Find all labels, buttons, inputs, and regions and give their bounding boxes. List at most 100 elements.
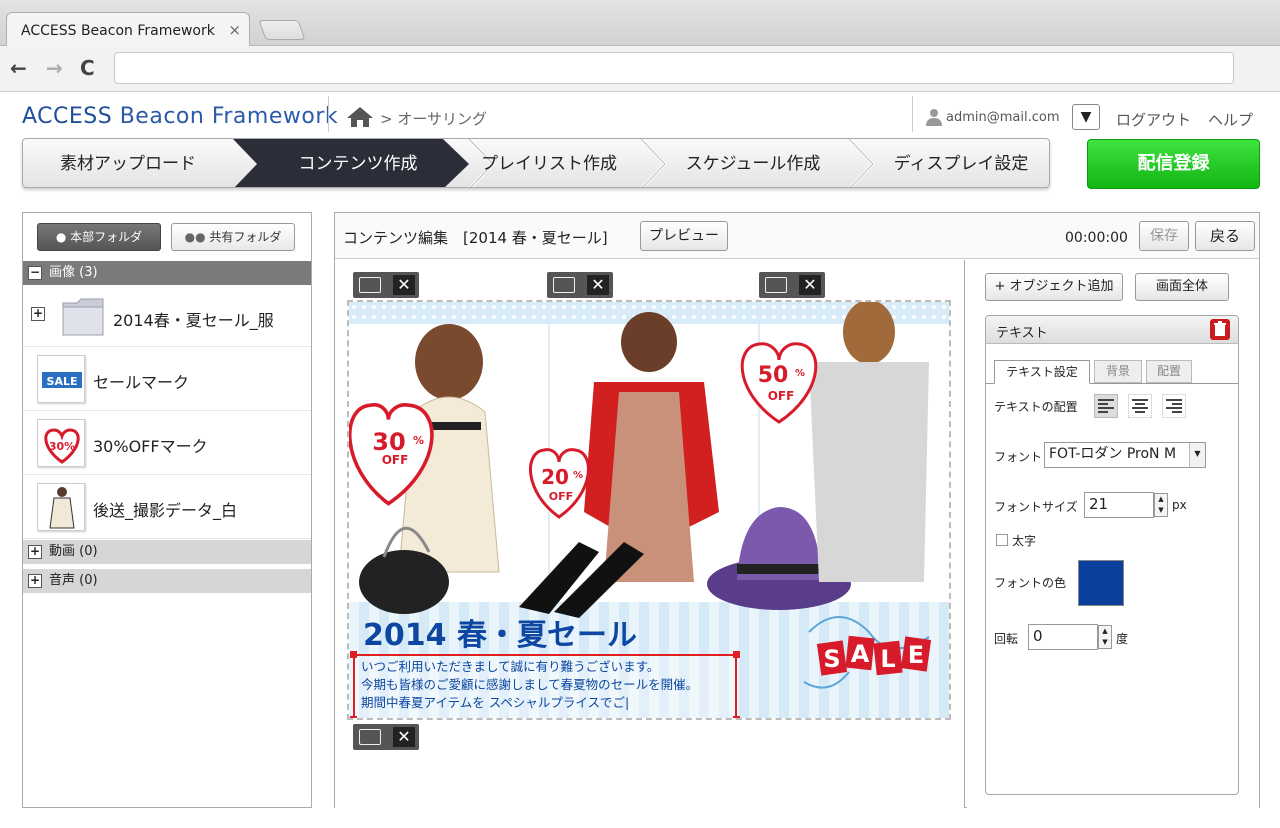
group-icon: ●● [184, 230, 210, 244]
divider [912, 96, 913, 132]
forward-arrow-icon[interactable]: → [46, 56, 63, 80]
expand-icon[interactable]: + [31, 307, 45, 321]
workflow-steps: 素材アップロード コンテンツ作成 プレイリスト作成 スケジュール作成 ディスプレ… [22, 138, 1050, 188]
tab-text-settings[interactable]: テキスト設定 [994, 360, 1090, 384]
font-size-input[interactable]: 21 [1084, 492, 1154, 518]
body-line: いつご利用いただきまして誠に有り難うございます。 [361, 659, 660, 674]
resize-handle[interactable] [350, 716, 357, 718]
align-left-icon[interactable] [1094, 394, 1118, 418]
step-playlist-create[interactable]: プレイリスト作成 [469, 139, 629, 187]
image-icon[interactable] [765, 277, 787, 293]
trash-icon[interactable] [1210, 319, 1230, 340]
discount-heart-20: 20 % OFF [529, 448, 590, 519]
image-icon[interactable] [359, 729, 381, 745]
tab-hq-folder[interactable]: ● 本部フォルダ [37, 223, 161, 251]
sale-banner[interactable]: 30 % OFF 20 % OFF 50 % OFF S A L E 2014 … [347, 300, 951, 720]
align-center-icon[interactable] [1128, 394, 1152, 418]
tab-background[interactable]: 背景 [1094, 360, 1142, 383]
tab-shared-folder[interactable]: ●● 共有フォルダ [171, 223, 295, 251]
body-line: 期間中春夏アイテムを スペシャルプライスでご| [361, 695, 630, 710]
align-right-icon[interactable] [1162, 394, 1186, 418]
user-icon [926, 109, 942, 126]
body-line: 今期も皆様のご愛顧に感謝しまして春夏物のセールを開催。 [361, 677, 699, 692]
remove-object-icon[interactable]: ✕ [393, 727, 415, 747]
tab-placement[interactable]: 配置 [1146, 360, 1192, 383]
expand-icon[interactable]: + [28, 574, 42, 588]
properties-panel: + オブジェクト追加 画面全体 テキスト テキスト設定 背景 配置 テキストの配… [967, 260, 1259, 808]
sale-letter: E [908, 641, 924, 669]
font-color-label: フォントの色 [994, 576, 1067, 590]
new-tab-button[interactable] [258, 20, 306, 40]
section-images[interactable]: − 画像 (3) [23, 261, 311, 285]
list-item[interactable]: 30% 30%OFFマーク [23, 411, 311, 475]
font-size-stepper[interactable]: ▲ ▼ [1154, 493, 1168, 517]
browser-tab[interactable]: ACCESS Beacon Framework × [6, 12, 250, 47]
bold-checkbox[interactable] [996, 534, 1008, 546]
deliver-button[interactable]: 配信登録 [1087, 139, 1260, 189]
section-audio[interactable]: + 音声 (0) [23, 569, 311, 593]
help-link[interactable]: ヘルプ [1208, 109, 1253, 130]
font-color-swatch[interactable] [1078, 560, 1124, 606]
step-material-upload[interactable]: 素材アップロード [23, 139, 233, 187]
folder-item[interactable]: + 2014春・夏セール_服 [23, 285, 311, 347]
30off-heart-thumbnail: 30% [37, 419, 85, 467]
remove-object-icon[interactable]: ✕ [393, 275, 415, 295]
rotate-input[interactable]: 0 [1028, 624, 1098, 650]
rotate-unit: 度 [1116, 632, 1129, 646]
close-tab-icon[interactable]: × [228, 21, 241, 39]
add-object-button[interactable]: + オブジェクト追加 [985, 273, 1123, 301]
badge-unit: % [795, 368, 805, 379]
rotate-stepper[interactable]: ▲ ▼ [1098, 625, 1112, 649]
list-item[interactable]: 後送_撮影データ_白 [23, 475, 311, 539]
badge-off: OFF [549, 490, 573, 503]
asset-panel: ● 本部フォルダ ●● 共有フォルダ − 画像 (3) + 2014春・夏セール… [22, 212, 312, 808]
font-select[interactable]: FOT-ロダン ProN M ▼ [1044, 442, 1206, 468]
back-button[interactable]: 戻る [1195, 221, 1255, 251]
photo-thumbnail [37, 483, 85, 531]
reload-icon[interactable]: C [80, 56, 95, 80]
timecode: 00:00:00 [1065, 230, 1128, 246]
section-label: 画像 (3) [49, 265, 98, 280]
logout-link[interactable]: ログアウト [1116, 109, 1191, 130]
address-bar[interactable] [114, 52, 1234, 84]
editor-canvas[interactable]: ✕ ✕ ✕ ✕ 30 % OFF 20 % OFF 50 % OFF S A L… [335, 260, 965, 808]
step-schedule-create[interactable]: スケジュール作成 [663, 139, 843, 187]
editor-header: コンテンツ編集 [2014 春・夏セール] プレビュー 00:00:00 保存 … [335, 213, 1259, 259]
browser-tab-strip: ACCESS Beacon Framework × [0, 0, 1280, 47]
badge-pct: 20 [541, 465, 569, 489]
image-icon[interactable] [553, 277, 575, 293]
breadcrumb: > オーサリング [380, 110, 488, 128]
save-button[interactable]: 保存 [1139, 221, 1189, 251]
resize-handle[interactable] [733, 716, 740, 718]
selected-text-box[interactable]: いつご利用いただきまして誠に有り難うございます。 今期も皆様のご愛顧に感謝しまし… [350, 651, 740, 718]
browser-toolbar: ← → C [0, 46, 1280, 92]
section-video[interactable]: + 動画 (0) [23, 540, 311, 564]
remove-object-icon[interactable]: ✕ [587, 275, 609, 295]
chevron-down-icon[interactable]: ▼ [1189, 443, 1205, 467]
preview-button[interactable]: プレビュー [640, 221, 728, 251]
item-label: 後送_撮影データ_白 [93, 501, 238, 520]
discount-heart-50: 50 % OFF [740, 342, 818, 424]
app-logo: ACCESS Beacon Framework [22, 104, 338, 129]
divider [328, 96, 329, 132]
full-screen-button[interactable]: 画面全体 [1135, 273, 1229, 301]
expand-icon[interactable]: + [28, 545, 42, 559]
collapse-icon[interactable]: − [28, 266, 42, 280]
object-controls: ✕ [353, 272, 419, 298]
remove-object-icon[interactable]: ✕ [799, 275, 821, 295]
home-icon[interactable] [346, 106, 374, 128]
user-menu-dropdown[interactable]: ▼ [1072, 104, 1100, 130]
list-item[interactable]: SALE セールマーク [23, 347, 311, 411]
back-arrow-icon[interactable]: ← [10, 56, 27, 80]
editor-title: コンテンツ編集 [2014 春・夏セール] [343, 229, 608, 247]
resize-handle[interactable] [733, 651, 740, 658]
step-content-create[interactable]: コンテンツ作成 [253, 139, 463, 187]
bold-label: 太字 [1012, 534, 1037, 548]
object-controls: ✕ [547, 272, 613, 298]
image-icon[interactable] [359, 277, 381, 293]
sale-letter: S [823, 645, 840, 673]
section-label: 動画 (0) [49, 544, 98, 559]
content-editor: コンテンツ編集 [2014 春・夏セール] プレビュー 00:00:00 保存 … [334, 212, 1260, 808]
resize-handle[interactable] [350, 651, 357, 658]
step-display-settings[interactable]: ディスプレイ設定 [871, 139, 1049, 187]
